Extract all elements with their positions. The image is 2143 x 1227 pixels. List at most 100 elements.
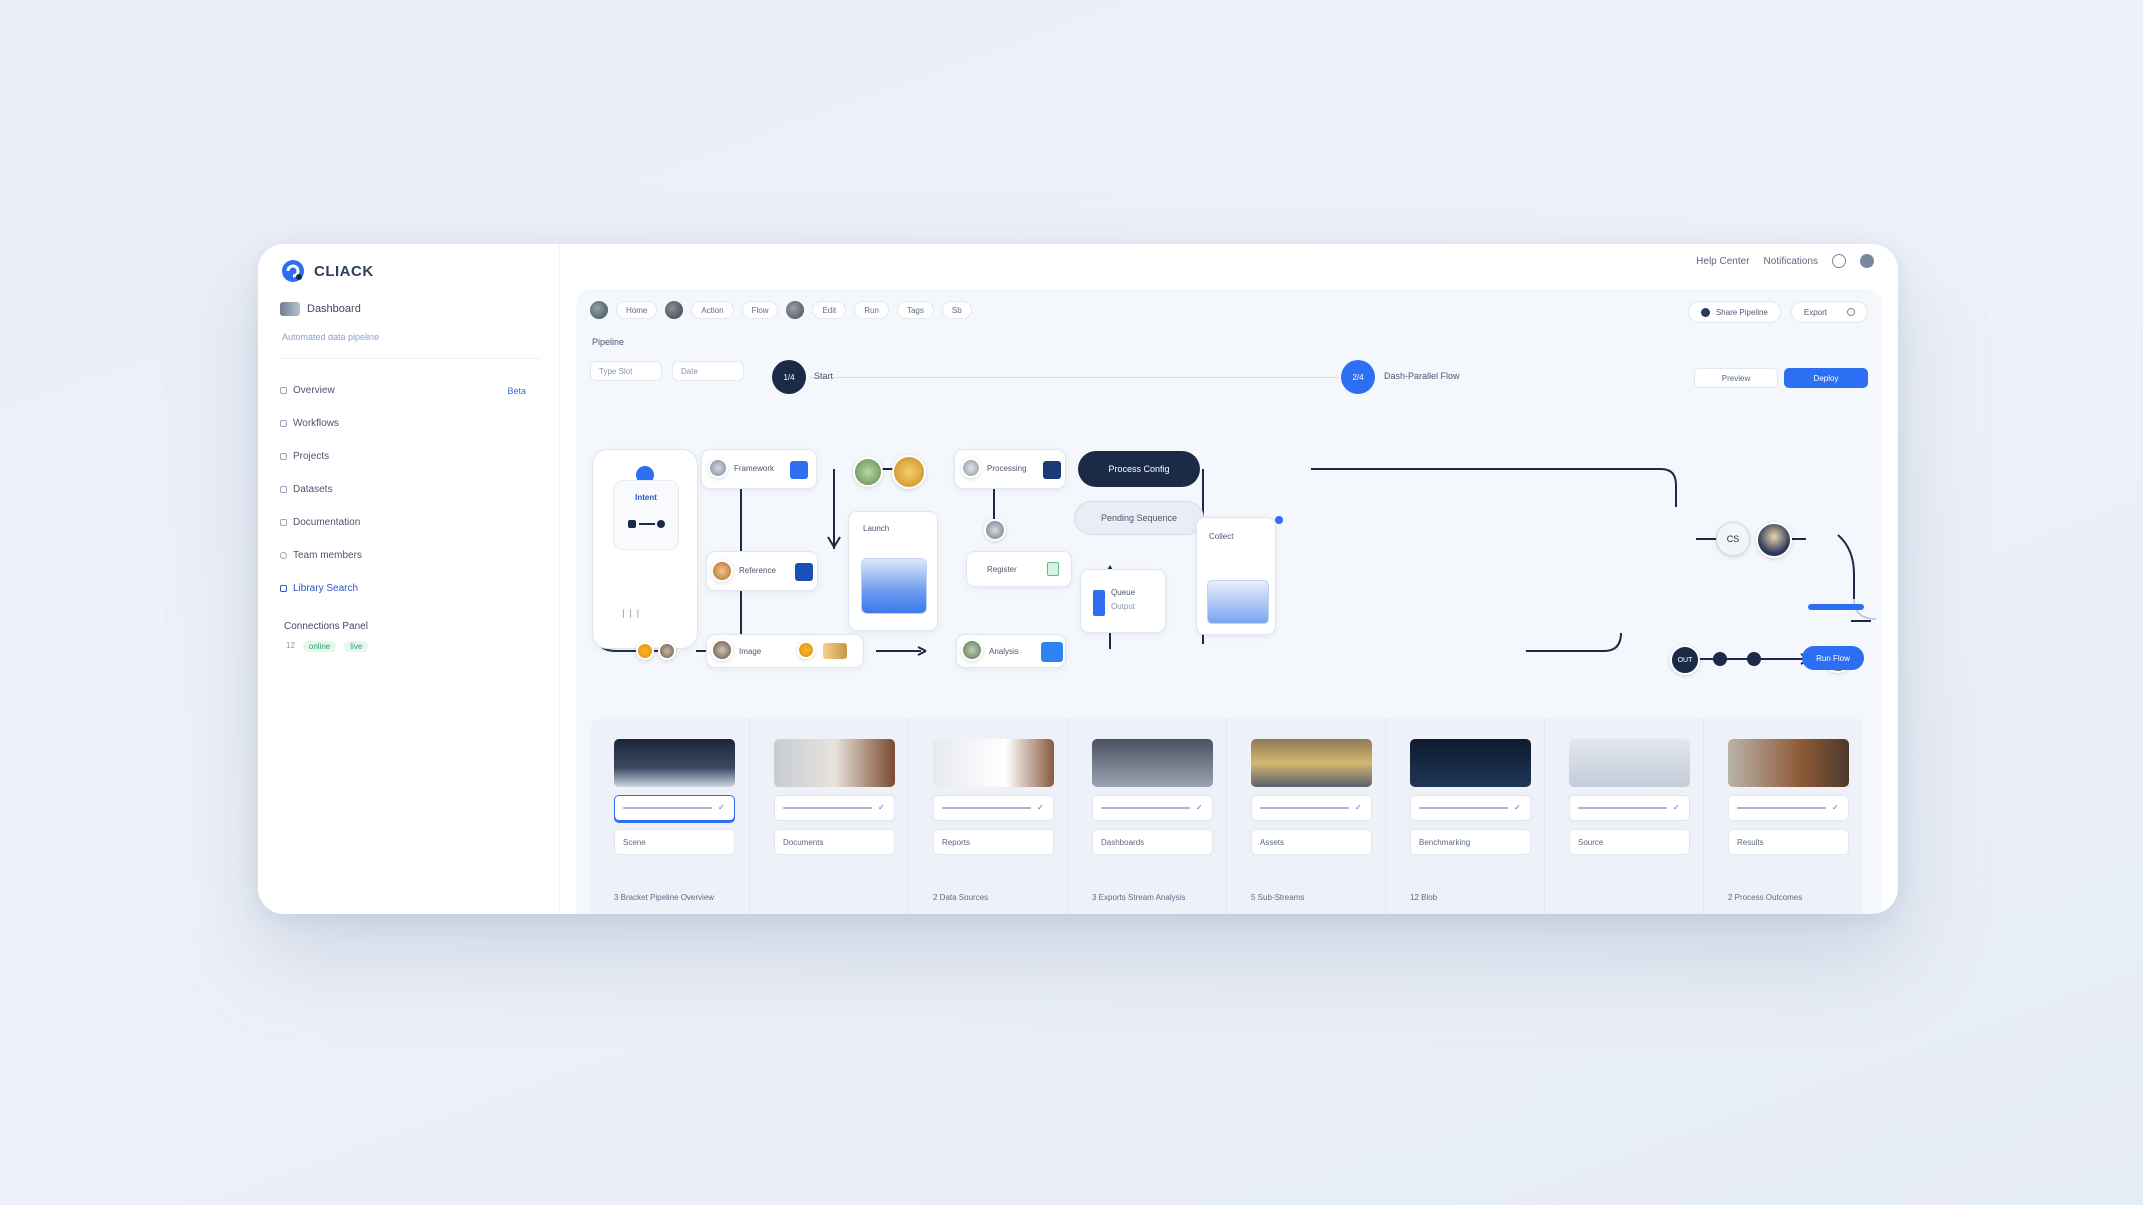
- card-progress-bar: [1578, 807, 1667, 809]
- analysis-node[interactable]: Analysis: [956, 634, 1066, 668]
- sidebar-section-label: Connections Panel: [284, 620, 368, 632]
- share-button[interactable]: Share Pipeline: [1687, 301, 1781, 323]
- card-thumbnail: [1251, 739, 1372, 787]
- card-meta-label: Assets: [1260, 837, 1285, 847]
- sidebar-item-datasets[interactable]: Datasets: [278, 473, 540, 506]
- type-filter[interactable]: Type Slot: [590, 361, 662, 381]
- app-window: CLIACK Dashboard Automated data pipeline…: [258, 244, 1898, 914]
- avatar[interactable]: [590, 301, 608, 319]
- sidebar-item-label: Workflows: [293, 418, 339, 429]
- card-thumbnail: [1728, 739, 1849, 787]
- avatar[interactable]: [786, 301, 805, 319]
- gold-tile-icon: [823, 643, 847, 659]
- reference-node[interactable]: Reference: [706, 551, 818, 591]
- card-meta-label: Dashboards: [1101, 837, 1145, 847]
- projects-icon: [280, 453, 287, 460]
- brand[interactable]: CLIACK: [280, 258, 374, 284]
- sidebar-item-workflows[interactable]: Workflows: [278, 407, 540, 440]
- settings-icon[interactable]: [1832, 254, 1846, 268]
- out-node[interactable]: OUT: [1670, 645, 1700, 675]
- sidebar-item-projects[interactable]: Projects: [278, 440, 540, 473]
- profile-icon[interactable]: [1860, 254, 1874, 268]
- image-thumb-icon: [711, 639, 733, 661]
- card-progress-row: ✓: [1092, 795, 1213, 821]
- run-flow-button[interactable]: Run Flow: [1802, 646, 1864, 670]
- reference-icon: [711, 560, 733, 582]
- check-icon: ✓: [1673, 803, 1680, 812]
- toolbar-chip[interactable]: Sb: [941, 301, 972, 319]
- register-node[interactable]: Register: [966, 551, 1072, 587]
- check-icon: ✓: [1832, 803, 1839, 812]
- mode-toggle: Preview Deploy: [1694, 368, 1868, 388]
- launch-node[interactable]: Launch: [848, 511, 938, 631]
- toolbar-chip[interactable]: Tags: [896, 301, 934, 319]
- main-canvas: Home Action Flow Edit Run Tags Sb Share …: [576, 289, 1882, 914]
- connections-live: live: [344, 641, 369, 652]
- collect-node[interactable]: Collect: [1196, 517, 1276, 635]
- image-node[interactable]: Image: [706, 634, 864, 668]
- sidebar-item-team[interactable]: Team members: [278, 539, 540, 572]
- intent-panel[interactable]: Intent ▏ ▏ ▏: [592, 449, 698, 649]
- intent-title: Intent: [635, 493, 657, 502]
- sidebar-item-overview[interactable]: Overview Beta: [278, 374, 540, 407]
- framework-node[interactable]: Framework: [701, 449, 817, 489]
- card-caption: 2 Process Outcomes: [1728, 893, 1803, 902]
- card-meta-row: Source: [1569, 829, 1690, 855]
- result-card[interactable]: ✓ Source: [1544, 719, 1703, 914]
- step-start-label: Start: [814, 371, 834, 381]
- result-card[interactable]: ✓ Documents: [749, 719, 908, 914]
- toolbar-chip[interactable]: Action: [691, 301, 734, 319]
- check-icon: ✓: [1037, 803, 1044, 812]
- workspace-switcher[interactable]: Dashboard: [280, 302, 361, 316]
- sidebar-item-library-search[interactable]: Library Search: [278, 572, 540, 605]
- collect-label: Collect: [1209, 532, 1234, 541]
- toolbar-chip[interactable]: Flow: [741, 301, 779, 319]
- result-card[interactable]: ✓ Scene 3 Bracket Pipeline Overview: [590, 719, 749, 914]
- result-card[interactable]: ✓ Dashboards 3 Exports Stream Analysis: [1067, 719, 1226, 914]
- help-link[interactable]: Help Center: [1696, 256, 1749, 267]
- date-filter[interactable]: Date: [672, 361, 744, 381]
- card-progress-bar: [1260, 807, 1349, 809]
- result-card[interactable]: ✓ Reports 2 Data Sources: [908, 719, 1067, 914]
- notifications-link[interactable]: Notifications: [1764, 256, 1818, 267]
- intent-ticks: ▏ ▏ ▏: [623, 611, 644, 618]
- check-icon: ✓: [878, 803, 885, 812]
- deploy-button[interactable]: Deploy: [1784, 368, 1868, 388]
- workspace-icon: [280, 302, 300, 316]
- toolbar-chip[interactable]: Home: [616, 301, 658, 319]
- sidebar-section-connections[interactable]: Connections Panel: [278, 615, 540, 637]
- processing-node[interactable]: Processing: [954, 449, 1066, 489]
- card-thumbnail: [1410, 739, 1531, 787]
- card-progress-bar: [1419, 807, 1508, 809]
- result-card[interactable]: ✓ Benchmarking 12 Blob: [1385, 719, 1544, 914]
- card-progress-row: ✓: [933, 795, 1054, 821]
- logo-icon: [282, 260, 304, 282]
- card-meta-row: Scene: [614, 829, 735, 855]
- processing-label: Processing: [987, 464, 1027, 473]
- sidebar-item-documentation[interactable]: Documentation: [278, 506, 540, 539]
- team-icon: [280, 552, 287, 559]
- connections-status: online: [302, 641, 337, 652]
- toolbar-chip[interactable]: Run: [854, 301, 889, 319]
- avatar[interactable]: [1756, 522, 1792, 558]
- workspace-name: Dashboard: [307, 303, 361, 315]
- processing-icon: [961, 458, 981, 478]
- result-card[interactable]: ✓ Results 2 Process Outcomes: [1703, 719, 1862, 914]
- beta-badge: Beta: [507, 385, 526, 396]
- datasets-icon: [280, 486, 287, 493]
- sidebar-item-label: Overview: [293, 385, 335, 396]
- queue-node[interactable]: Queue Output: [1080, 569, 1166, 633]
- sidebar-divider: [278, 358, 540, 359]
- card-meta-label: Source: [1578, 837, 1604, 847]
- progress-indicator: [1808, 604, 1864, 610]
- process-config-pill[interactable]: Process Config: [1078, 451, 1200, 487]
- card-progress-row: ✓: [1251, 795, 1372, 821]
- preview-button[interactable]: Preview: [1694, 368, 1778, 388]
- result-card[interactable]: ✓ Assets 5 Sub-Streams: [1226, 719, 1385, 914]
- avatar[interactable]: [665, 301, 684, 319]
- pending-sequence-pill[interactable]: Pending Sequence: [1074, 501, 1204, 535]
- toolbar-chip[interactable]: Edit: [812, 301, 847, 319]
- cs-node[interactable]: CS: [1716, 522, 1750, 556]
- queue-bar-icon: [1093, 590, 1105, 616]
- export-button[interactable]: Export: [1790, 301, 1868, 323]
